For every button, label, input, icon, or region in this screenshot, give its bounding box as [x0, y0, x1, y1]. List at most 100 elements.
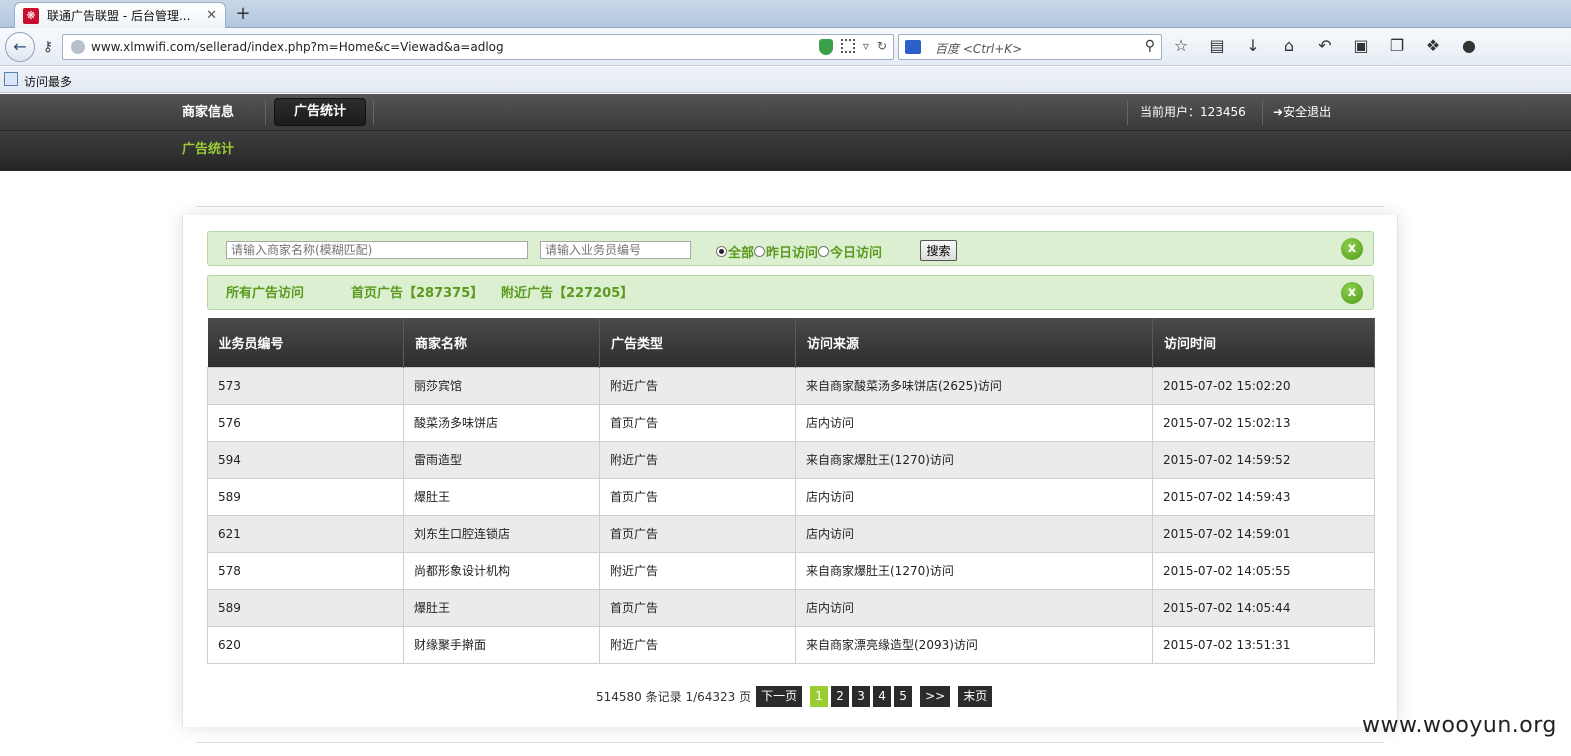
nav-merchant-info[interactable]: 商家信息: [182, 94, 234, 131]
dropdown-arrow-icon[interactable]: ▿: [863, 39, 869, 55]
table-row: 573 丽莎宾馆 附近广告 来自商家酸菜汤多味饼店(2625)访问 2015-0…: [207, 366, 1375, 405]
date-filter-radios: 全部 昨日访问 今日访问: [716, 242, 882, 261]
close-summary-icon[interactable]: x: [1341, 282, 1363, 304]
nav-separator: [373, 100, 374, 125]
pager-more-button[interactable]: >>: [920, 686, 951, 707]
radio-today-label[interactable]: 今日访问: [830, 242, 882, 261]
bookmarks-bar: 访问最多: [0, 67, 1571, 93]
col-ad-type: 广告类型: [599, 318, 796, 367]
crop-icon[interactable]: ▣: [1350, 36, 1372, 55]
qr-code-icon[interactable]: [840, 39, 855, 53]
visit-log-table: 业务员编号 商家名称 广告类型 访问来源 访问时间 573 丽莎宾馆 附近广告 …: [207, 318, 1375, 664]
cell-visit-source: 来自商家爆肚王(1270)访问: [795, 440, 1153, 479]
addon-globe-icon[interactable]: ●: [1458, 36, 1480, 55]
cell-staff-id: 573: [207, 366, 404, 405]
back-button[interactable]: ←: [5, 32, 35, 62]
nav-ad-stats[interactable]: 广告统计: [274, 98, 366, 126]
pager-summary: 514580 条记录 1/64323 页: [596, 690, 752, 704]
search-icon[interactable]: ⚲: [1145, 38, 1155, 54]
radio-yesterday[interactable]: [754, 246, 766, 257]
merchant-name-input[interactable]: [226, 241, 528, 259]
summary-nearby-ads[interactable]: 附近广告【227205】: [501, 276, 633, 311]
radio-all[interactable]: [716, 246, 727, 257]
pager-page-3[interactable]: 3: [852, 686, 871, 707]
cell-staff-id: 578: [207, 551, 404, 590]
logout-link[interactable]: ➜安全退出: [1273, 94, 1331, 131]
col-merchant-name: 商家名称: [403, 318, 600, 367]
cell-merchant-name: 财缘聚手擀面: [403, 625, 600, 664]
address-bar[interactable]: www.xlmwifi.com/sellerad/index.php?m=Hom…: [62, 34, 894, 60]
cell-visit-source: 店内访问: [795, 588, 1153, 627]
radio-today[interactable]: [818, 246, 830, 257]
url-text[interactable]: www.xlmwifi.com/sellerad/index.php?m=Hom…: [91, 40, 504, 54]
table-row: 578 尚都形象设计机构 附近广告 来自商家爆肚王(1270)访问 2015-0…: [207, 551, 1375, 590]
cell-ad-type: 首页广告: [599, 403, 796, 442]
globe-icon: [71, 40, 85, 54]
cell-merchant-name: 爆肚王: [403, 477, 600, 516]
table-header-row: 业务员编号 商家名称 广告类型 访问来源 访问时间: [207, 318, 1375, 367]
cell-visit-time: 2015-07-02 14:59:52: [1152, 440, 1375, 479]
divider: [196, 206, 1384, 207]
cell-visit-time: 2015-07-02 14:59:01: [1152, 514, 1375, 553]
cell-visit-source: 来自商家漂亮缘造型(2093)访问: [795, 625, 1153, 664]
close-filter-icon[interactable]: x: [1341, 238, 1363, 260]
pager-next-button[interactable]: 下一页: [756, 686, 803, 707]
search-bar[interactable]: 百度 <Ctrl+K> ⚲: [898, 34, 1162, 60]
cell-visit-source: 店内访问: [795, 477, 1153, 516]
cell-visit-time: 2015-07-02 15:02:13: [1152, 403, 1375, 442]
pagination: 514580 条记录 1/64323 页 下一页 1 2 3 4 5 >> 末页: [596, 686, 993, 707]
cell-staff-id: 589: [207, 477, 404, 516]
divider: [196, 742, 1384, 743]
staff-id-input[interactable]: [540, 241, 691, 259]
cell-visit-time: 2015-07-02 14:05:44: [1152, 588, 1375, 627]
nav-separator: [1262, 100, 1263, 125]
sub-nav-ad-stats[interactable]: 广告统计: [182, 131, 234, 169]
home-icon[interactable]: ⌂: [1278, 36, 1300, 55]
baidu-icon[interactable]: [905, 40, 921, 54]
cell-merchant-name: 爆肚王: [403, 588, 600, 627]
cell-staff-id: 594: [207, 440, 404, 479]
close-tab-icon[interactable]: ✕: [206, 8, 217, 23]
pager-page-5[interactable]: 5: [894, 686, 913, 707]
cell-merchant-name: 酸菜汤多味饼店: [403, 403, 600, 442]
watermark: www.wooyun.org: [1362, 713, 1557, 738]
table-row: 576 酸菜汤多味饼店 首页广告 店内访问 2015-07-02 15:02:1…: [207, 403, 1375, 442]
copy-icon[interactable]: ❐: [1386, 36, 1408, 55]
summary-bar: 所有广告访问 首页广告【287375】 附近广告【227205】 x: [207, 275, 1374, 310]
key-icon[interactable]: ⚷: [38, 37, 58, 57]
site-top-nav: 商家信息 广告统计 当前用户：123456 ➜安全退出: [0, 94, 1571, 131]
download-icon[interactable]: ↓: [1242, 36, 1264, 55]
table-row: 621 刘东生口腔连锁店 首页广告 店内访问 2015-07-02 14:59:…: [207, 514, 1375, 553]
bookmark-star-icon[interactable]: ☆: [1170, 36, 1192, 55]
bookmark-most-visited[interactable]: 访问最多: [24, 73, 72, 90]
search-button[interactable]: 搜索: [920, 240, 957, 261]
new-tab-button[interactable]: +: [232, 3, 254, 25]
bookmark-folder-icon: [4, 72, 18, 86]
radio-all-label[interactable]: 全部: [728, 242, 754, 261]
summary-all-ads[interactable]: 所有广告访问: [226, 276, 304, 311]
cell-staff-id: 620: [207, 625, 404, 664]
table-row: 589 爆肚王 首页广告 店内访问 2015-07-02 14:59:43: [207, 477, 1375, 516]
summary-home-ads[interactable]: 首页广告【287375】: [351, 276, 483, 311]
radio-yesterday-label[interactable]: 昨日访问: [766, 242, 818, 261]
pager-page-4[interactable]: 4: [873, 686, 892, 707]
table-row: 594 雷雨造型 附近广告 来自商家爆肚王(1270)访问 2015-07-02…: [207, 440, 1375, 479]
pager-page-2[interactable]: 2: [831, 686, 850, 707]
pager-page-1[interactable]: 1: [810, 686, 829, 707]
cell-ad-type: 附近广告: [599, 551, 796, 590]
filter-bar: 全部 昨日访问 今日访问 搜索 x: [207, 231, 1374, 266]
cell-staff-id: 589: [207, 588, 404, 627]
cell-visit-source: 店内访问: [795, 514, 1153, 553]
browser-tab[interactable]: ❋ 联通广告联盟 - 后台管理... ✕: [14, 2, 226, 28]
undo-icon[interactable]: ↶: [1314, 36, 1336, 55]
site-sub-nav: 广告统计: [0, 131, 1571, 171]
reading-list-icon[interactable]: ▤: [1206, 36, 1228, 55]
cell-ad-type: 附近广告: [599, 366, 796, 405]
extension-icon[interactable]: ❖: [1422, 36, 1444, 55]
reload-icon[interactable]: ↻: [877, 39, 887, 55]
current-user: 当前用户：123456: [1140, 105, 1246, 119]
col-visit-time: 访问时间: [1152, 318, 1375, 367]
cell-visit-time: 2015-07-02 14:05:55: [1152, 551, 1375, 590]
pager-last-button[interactable]: 末页: [958, 686, 993, 707]
shield-icon[interactable]: [818, 39, 833, 55]
